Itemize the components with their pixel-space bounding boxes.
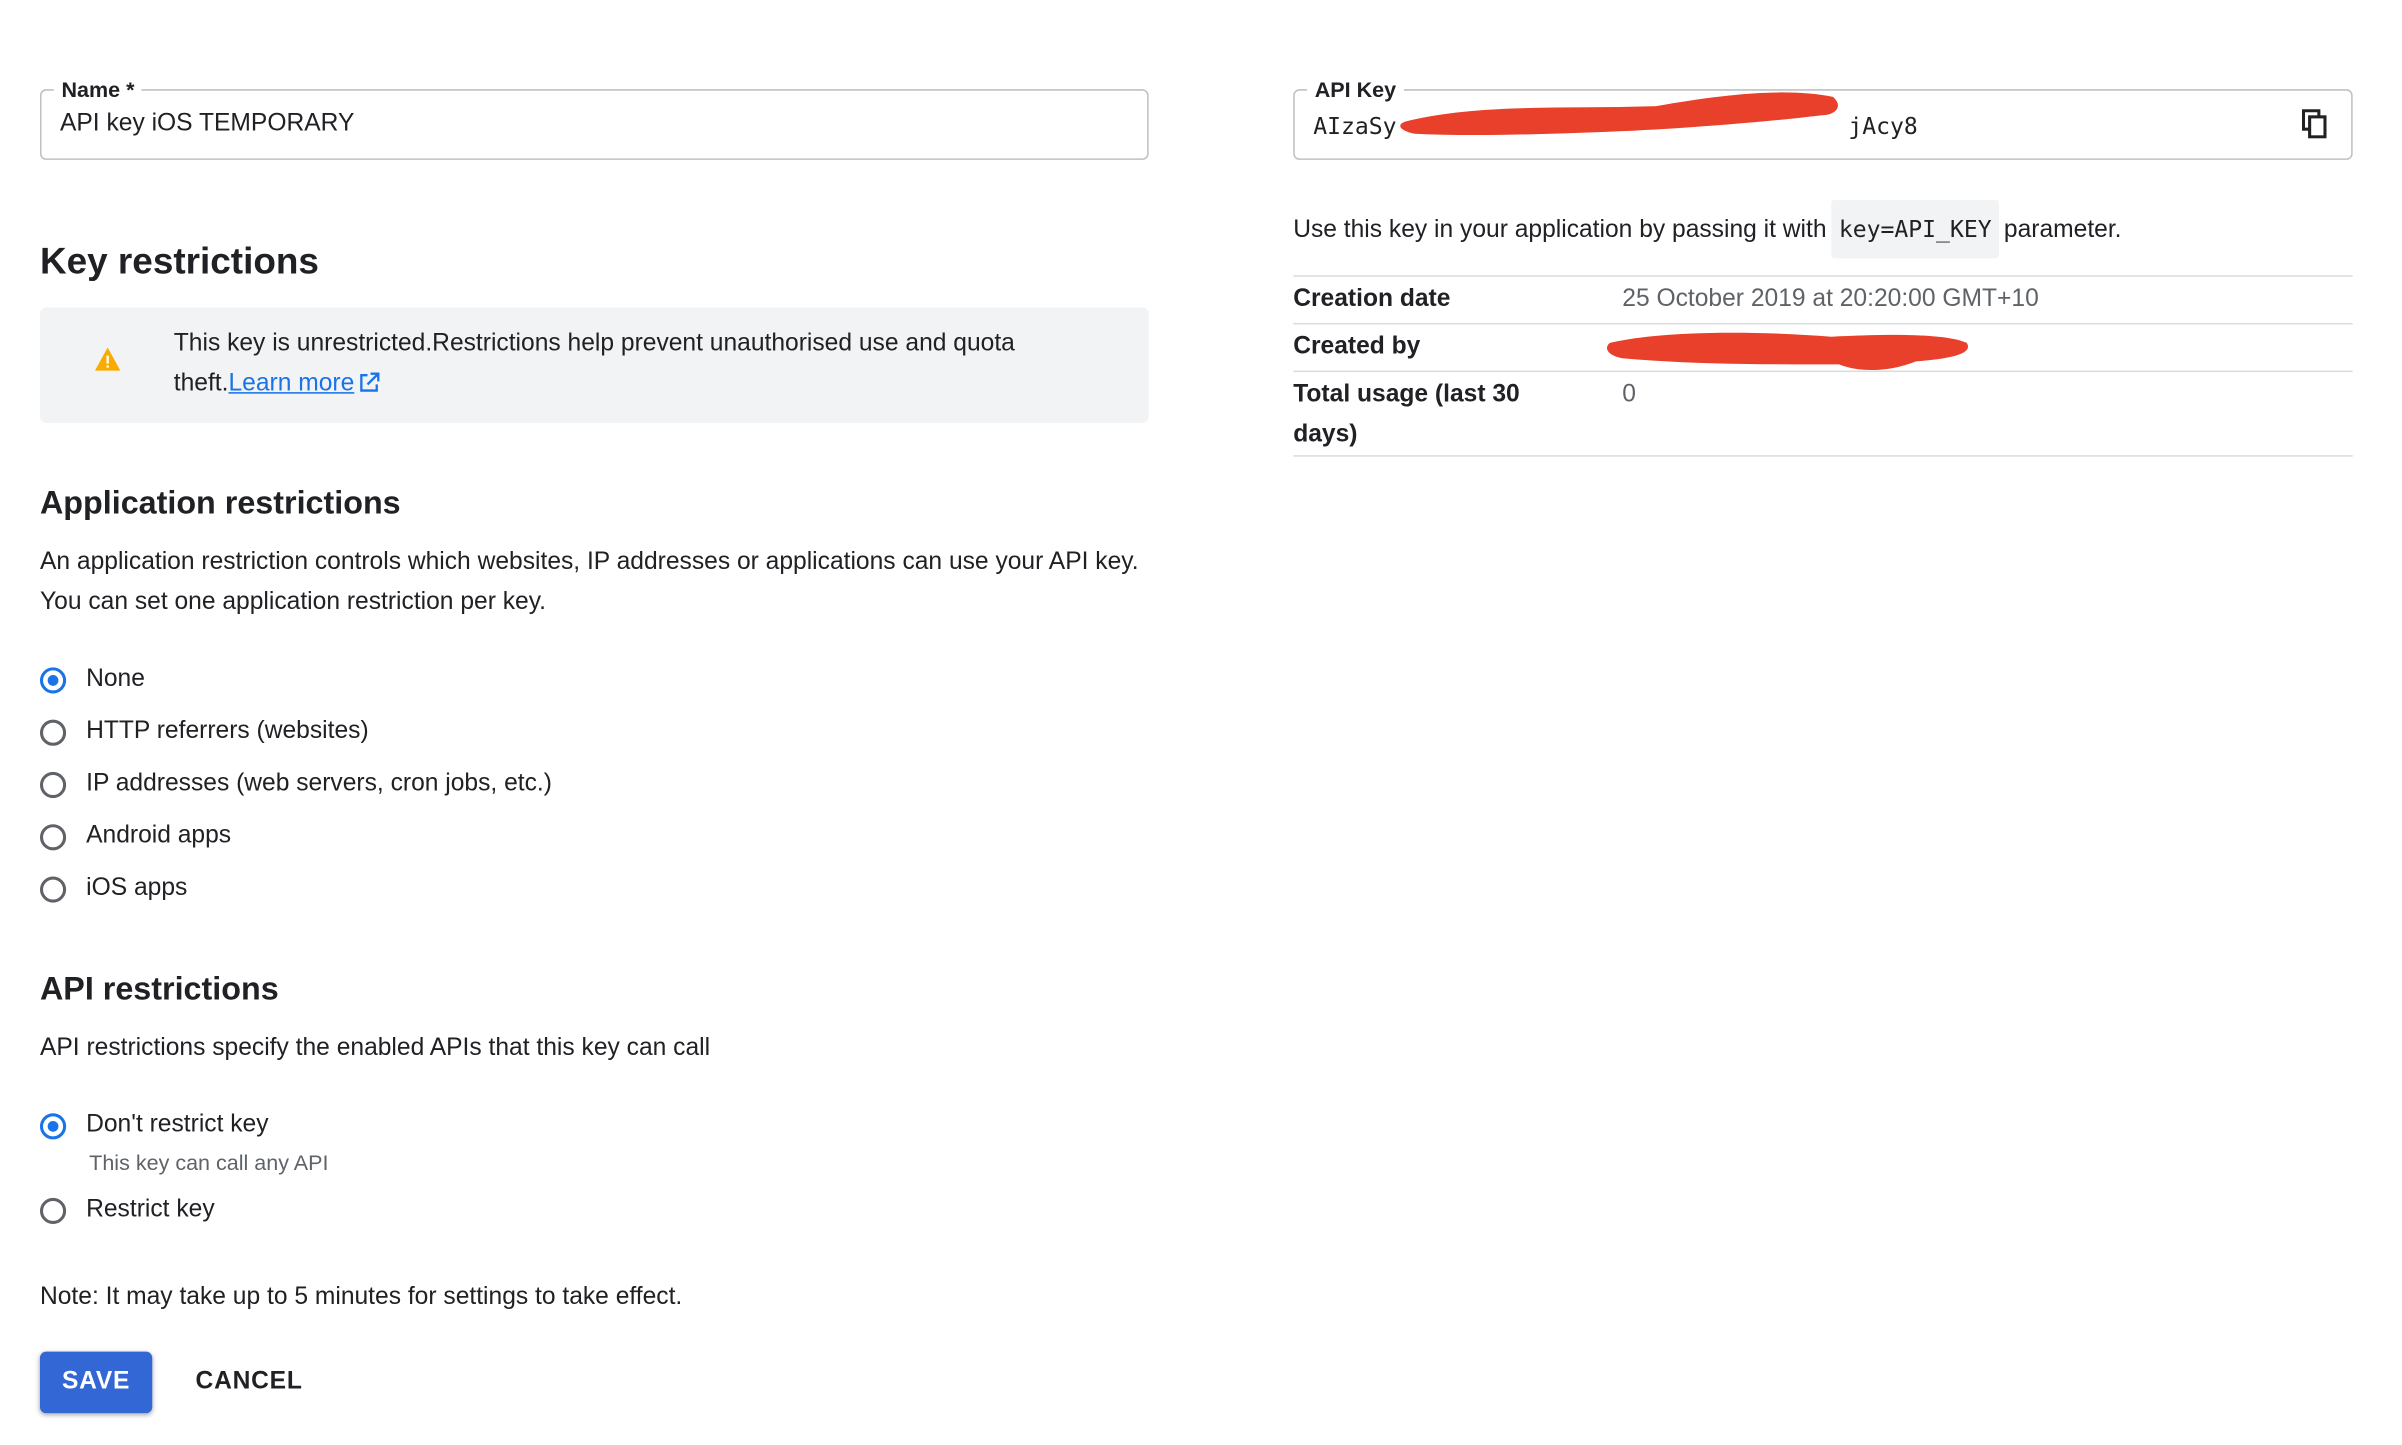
key-restrictions-heading: Key restrictions <box>39 241 319 283</box>
radio-ios-apps[interactable]: iOS apps <box>39 872 188 906</box>
external-link-icon[interactable] <box>359 368 381 408</box>
radio-label: HTTP referrers (websites) <box>86 718 369 745</box>
info-key: Total usage (last 30 days) <box>1293 381 1520 448</box>
api-key-value-start: AIzaSy <box>1313 112 1397 140</box>
radio-none[interactable]: None <box>39 663 145 697</box>
radio-button[interactable] <box>39 1112 67 1139</box>
api-key-field[interactable]: API Key AIzaSy jAcy8 <box>1293 75 2353 160</box>
copy-icon[interactable] <box>2301 109 2327 146</box>
radio-label: Android apps <box>86 822 232 849</box>
radio-label: None <box>86 665 145 692</box>
radio-sublabel: This key can call any API <box>89 1150 329 1175</box>
radio-label: Don't restrict key <box>86 1111 269 1138</box>
warning-message: This key is unrestricted.Restrictions he… <box>174 324 1112 407</box>
radio-label: IP addresses (web servers, cron jobs, et… <box>86 770 552 797</box>
radio-button[interactable] <box>39 771 67 798</box>
usage-prefix: Use this key in your application by pass… <box>1293 216 1827 243</box>
radio-button[interactable] <box>39 823 67 850</box>
radio-ip-addresses[interactable]: IP addresses (web servers, cron jobs, et… <box>39 767 552 801</box>
radio-restrict-key[interactable]: Restrict key <box>39 1193 215 1227</box>
name-field-value[interactable]: API key iOS TEMPORARY <box>60 109 354 140</box>
radio-android-apps[interactable]: Android apps <box>39 820 232 854</box>
info-row-total-usage: Total usage (last 30 days) 0 <box>1293 372 2353 457</box>
info-value <box>1622 324 2352 370</box>
save-button[interactable]: SAVE <box>39 1351 153 1414</box>
unrestricted-warning: This key is unrestricted.Restrictions he… <box>39 307 1149 423</box>
info-key: Creation date <box>1293 286 1451 313</box>
api-key-redaction <box>1400 92 1838 136</box>
application-restrictions-heading: Application restrictions <box>39 485 401 522</box>
learn-more-link[interactable]: Learn more <box>228 371 354 397</box>
api-restrictions-description: API restrictions specify the enabled API… <box>39 1034 711 1062</box>
usage-code: key=API_KEY <box>1831 199 2000 259</box>
radio-dont-restrict-key[interactable]: Don't restrict key <box>39 1109 269 1143</box>
radio-label: iOS apps <box>86 874 188 902</box>
application-restrictions-description: An application restriction controls whic… <box>39 548 1139 616</box>
api-restrictions-heading: API restrictions <box>39 971 279 1008</box>
info-key: Created by <box>1293 333 1421 360</box>
radio-button[interactable] <box>39 1197 67 1224</box>
name-field-label: Name * <box>53 75 143 104</box>
info-row-creation-date: Creation date 25 October 2019 at 20:20:0… <box>1293 277 2353 325</box>
radio-button[interactable] <box>39 666 67 693</box>
radio-button[interactable] <box>39 718 67 746</box>
radio-http-referrers[interactable]: HTTP referrers (websites) <box>39 715 369 749</box>
settings-note: Note: It may take up to 5 minutes for se… <box>39 1283 683 1311</box>
radio-button[interactable] <box>39 875 67 902</box>
key-info-table: Creation date 25 October 2019 at 20:20:0… <box>1293 275 2353 457</box>
cancel-button[interactable]: CANCEL <box>178 1352 319 1414</box>
usage-suffix: parameter. <box>2003 216 2122 243</box>
info-row-created-by: Created by <box>1293 324 2353 373</box>
warning-triangle-icon <box>94 346 122 380</box>
info-value: 0 <box>1622 381 1636 408</box>
radio-label: Restrict key <box>86 1196 215 1223</box>
info-value: 25 October 2019 at 20:20:00 GMT+10 <box>1622 286 2039 313</box>
api-key-label: API Key <box>1307 75 1404 104</box>
name-field[interactable]: Name * API key iOS TEMPORARY <box>39 75 1149 160</box>
api-key-usage-hint: Use this key in your application by pass… <box>1293 199 2352 259</box>
api-key-value-end: jAcy8 <box>1848 112 1918 140</box>
